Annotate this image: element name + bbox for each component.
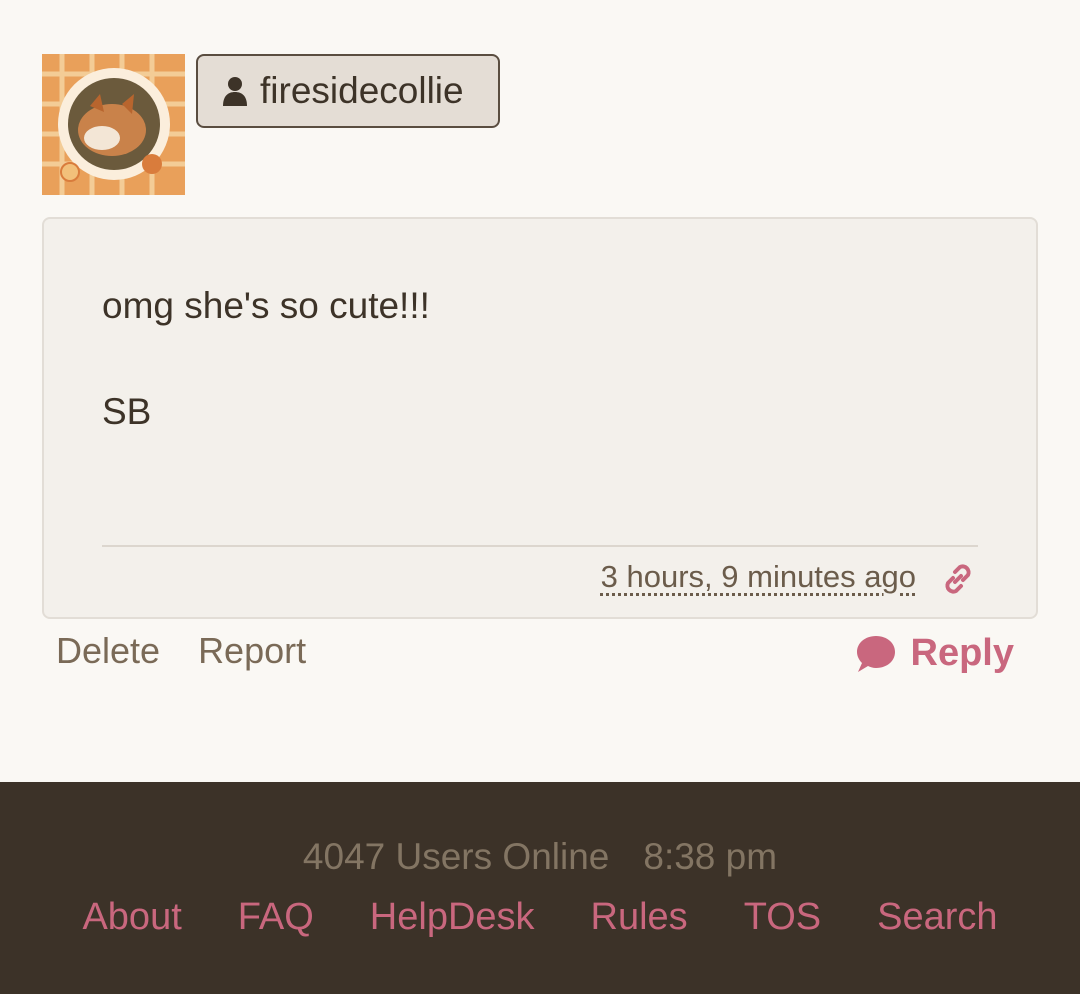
user-avatar[interactable] [42, 54, 185, 195]
reply-label: Reply [910, 632, 1014, 674]
comment-signature: SB [102, 391, 152, 432]
footer-link-search[interactable]: Search [877, 896, 997, 939]
footer-status: 4047 Users Online 8:38 pm [0, 836, 1080, 878]
reply-button[interactable]: Reply [855, 632, 1014, 675]
footer: 4047 Users Online 8:38 pm About FAQ HelpD… [0, 782, 1080, 994]
users-online: 4047 Users Online [302, 836, 610, 877]
footer-link-about[interactable]: About [82, 896, 181, 939]
footer-links: About FAQ HelpDesk Rules TOS Search [0, 896, 1080, 939]
footer-link-tos[interactable]: TOS [744, 896, 821, 939]
footer-link-faq[interactable]: FAQ [238, 896, 314, 939]
divider [102, 545, 978, 547]
current-time: 8:38 pm [643, 836, 778, 877]
comment-box: omg she's so cute!!! SB 3 hours, 9 minut… [42, 217, 1038, 619]
footer-link-rules[interactable]: Rules [591, 896, 688, 939]
comment-text: omg she's so cute!!! [102, 285, 430, 326]
comment-actions: Delete Report [56, 630, 306, 672]
speech-bubble-icon [856, 635, 895, 672]
footer-link-helpdesk[interactable]: HelpDesk [370, 896, 535, 939]
username-label: firesidecollie [260, 70, 464, 111]
report-button[interactable]: Report [198, 630, 306, 672]
person-icon [222, 76, 248, 106]
link-icon[interactable] [938, 559, 978, 599]
timestamp-link[interactable]: 3 hours, 9 minutes ago [601, 559, 916, 595]
username-button[interactable]: firesidecollie [196, 54, 500, 128]
delete-button[interactable]: Delete [56, 630, 160, 672]
